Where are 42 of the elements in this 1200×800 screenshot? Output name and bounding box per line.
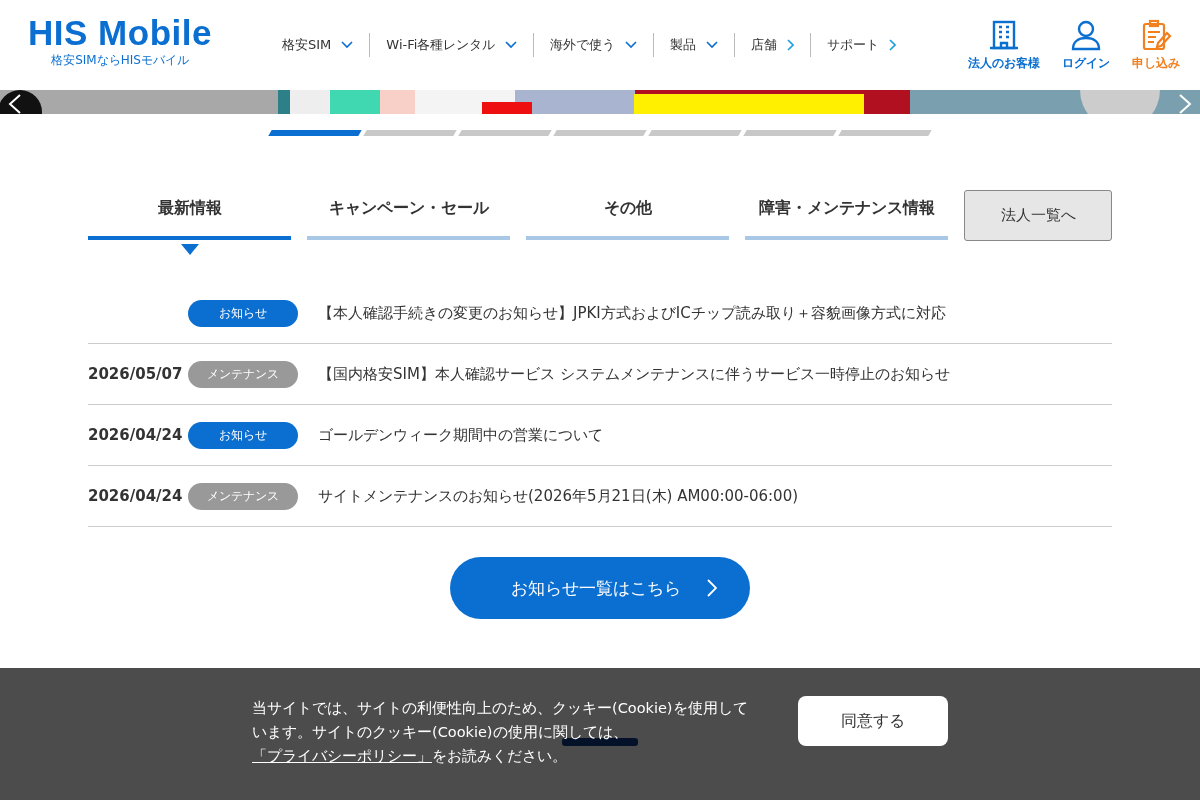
slide-indicator[interactable] [268,130,362,136]
clipboard-pen-icon [1140,18,1172,51]
header-action[interactable]: ログイン [1062,18,1110,72]
header-action[interactable]: 法人のお客様 [968,18,1040,72]
agree-button[interactable]: 同意する [798,696,948,746]
cookie-notice: 当サイトでは、サイトの利便性向上のため、クッキー(Cookie)を使用しています。サイトのクッキー(Cookie)の使用に関しては、 「プライバシーポリシー」をお読みください。 [252,699,749,766]
chevron-down-icon [625,41,638,49]
category-badge: お知らせ [188,421,298,449]
nav-item[interactable]: 製品 [653,33,735,57]
category-badge: メンテナンス [188,360,298,388]
news-date: 2026/05/07 [88,365,184,383]
news-title[interactable]: 【本人確認手続きの変更のお知らせ】JPKI方式およびICチップ読み取り＋容貌画像方式に対応 [318,303,946,323]
chevron-right-icon [889,39,897,51]
news-title[interactable]: サイトメンテナンスのお知らせ(2026年5月21日(木) AM00:00-06:00) [318,486,799,506]
nav-item[interactable]: 海外で使う [533,33,654,57]
chevron-down-icon [341,41,354,49]
nav-item[interactable]: 店舗 [734,33,811,57]
chevron-right-icon [787,39,795,51]
privacy-policy-link[interactable]: 「プライバシーポリシー」 [252,748,432,764]
building-icon [988,18,1020,51]
news-tab[interactable]: 障害・メンテナンス情報 [745,190,948,240]
news-tab[interactable]: キャンペーン・セール [307,190,510,240]
nav-item[interactable]: 格安SIM [266,33,370,57]
user-icon [1070,18,1102,51]
nav-item[interactable]: Wi-Fi各種レンタル [369,33,534,57]
news-title[interactable]: 【国内格安SIM】本人確認サービス システムメンテナンスに伴うサービス一時停止のお知らせ [318,364,950,384]
caret-icon [180,244,199,255]
news-date: 2026/04/24 [88,426,184,444]
news-tab[interactable]: 最新情報 [88,190,291,240]
news-list-button[interactable]: お知らせ一覧はこちら [450,557,750,619]
chevron-down-icon [505,41,518,49]
news-title[interactable]: ゴールデンウィーク期間中の営業について [318,425,603,445]
logo-tagline: 格安SIMならHISモバイル [51,52,189,69]
news-tab[interactable]: その他 [526,190,729,240]
corporate-list-button[interactable]: 法人一覧へ [964,190,1112,241]
category-badge: お知らせ [188,299,298,327]
chevron-right-icon [707,579,717,597]
logo[interactable]: HIS Mobile [28,15,212,50]
chevron-down-icon [706,41,719,49]
category-badge: メンテナンス [188,482,298,510]
news-date: 2026/04/24 [88,487,184,505]
nav-item[interactable]: サポート [810,33,913,57]
